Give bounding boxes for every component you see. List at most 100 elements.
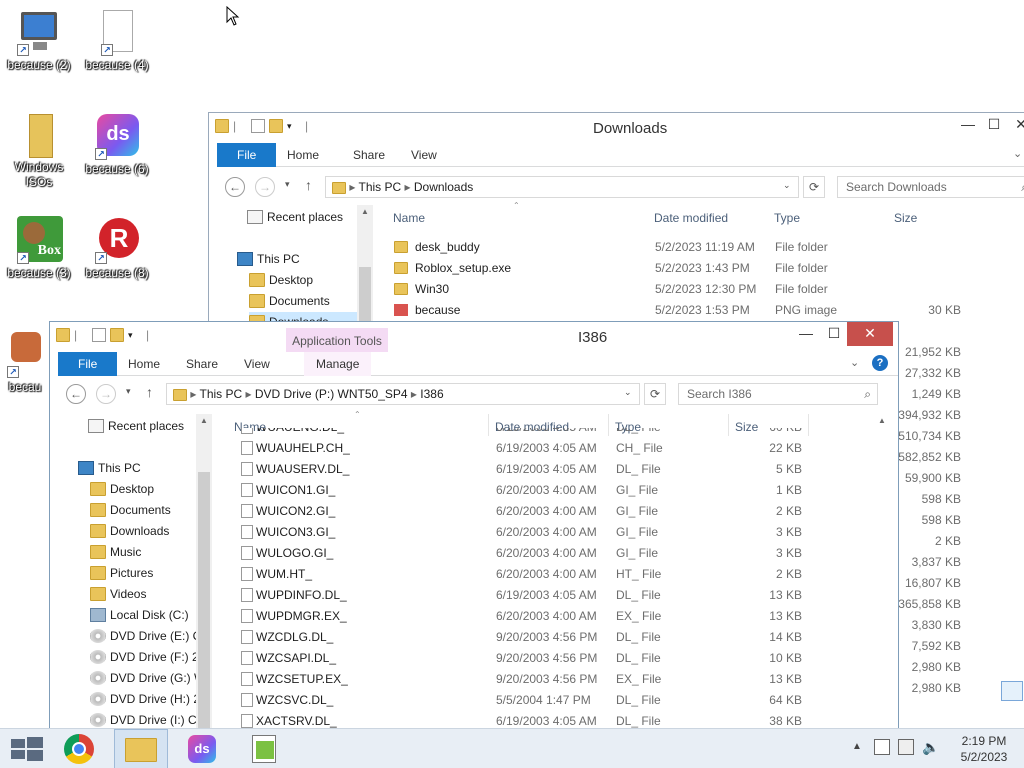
file-row[interactable]: WUPDINFO.DL_ 6/19/2003 4:05 AM DL_ File 13 … [233, 585, 873, 606]
address-bar[interactable]: ▸ This PC ▸ DVD Drive (P:) WNT50_SP4 ▸ I… [166, 383, 640, 405]
file-size: 27,332 KB [904, 366, 961, 380]
tab-home[interactable]: Home [275, 143, 331, 167]
recent-locations-icon[interactable]: ▾ [126, 386, 131, 397]
notepad-plus-icon[interactable] [238, 729, 292, 768]
desktop-icon-label: becau [8, 380, 42, 394]
file-row[interactable]: WZCDLG.DL_ 9/20/2003 4:56 PM DL_ File 14 KB [233, 627, 873, 648]
file-type: DL_ File [616, 693, 661, 707]
up-button[interactable]: ↑ [146, 384, 153, 400]
close-button[interactable]: ✕ [847, 322, 893, 346]
desktop-icon-because-8[interactable]: R ↗ because (8) [78, 216, 156, 281]
file-row[interactable]: WUAUHELP.CH_ 6/19/2003 4:05 AM CH_ File 22 … [233, 438, 873, 459]
minimize-button[interactable]: — [954, 113, 982, 137]
expand-ribbon-icon[interactable]: ⌄ [850, 356, 859, 369]
file-name: WZCSVC.DL_ [256, 693, 334, 707]
tab-file[interactable]: File [217, 143, 277, 167]
document-icon [241, 588, 253, 602]
tab-share[interactable]: Share [174, 352, 230, 376]
new-folder-icon[interactable] [269, 119, 283, 133]
new-folder-icon[interactable] [110, 328, 124, 342]
maximize-button[interactable]: ☐ [820, 322, 848, 346]
tab-home[interactable]: Home [116, 352, 172, 376]
file-row[interactable]: WULOGO.GI_ 6/20/2003 4:00 AM GI_ File 3 KB [233, 543, 873, 564]
dropdown-arrow-icon[interactable]: ▾ [128, 328, 142, 342]
search-input[interactable]: Search Downloads ⌕ [837, 176, 1024, 198]
dropdown-arrow-icon[interactable]: ▾ [287, 119, 301, 133]
file-row[interactable]: WUICON2.GI_ 6/20/2003 4:00 AM GI_ File 2 KB [233, 501, 873, 522]
chrome-icon[interactable] [54, 729, 108, 768]
clock-time[interactable]: 2:19 PM [958, 734, 1010, 748]
desktop-icon-because-3[interactable]: Box ↗ because (3) [0, 216, 78, 281]
action-center-icon[interactable] [874, 739, 890, 755]
column-header-size[interactable]: Size [894, 208, 917, 228]
desktop-icon-because-6[interactable]: ds ↗ because (6) [78, 112, 156, 177]
maximize-button[interactable]: ☐ [980, 113, 1008, 137]
search-input[interactable]: Search I386 ⌕ [678, 383, 878, 405]
expand-ribbon-icon[interactable]: ⌄ [1013, 147, 1022, 160]
address-dropdown-icon[interactable]: ⌄ [783, 180, 791, 191]
file-list-scrollbar[interactable]: ▲ [874, 414, 890, 740]
desktop-icon-game[interactable]: ↗ becau [0, 330, 50, 395]
column-header-date[interactable]: Date modified [654, 208, 728, 228]
file-row[interactable]: because 5/2/2023 1:53 PM PNG image 30 KB [392, 300, 1024, 321]
ribbon-tabs: File Home Share View Manage ⌄ ? [58, 352, 898, 376]
breadcrumb-segment[interactable]: I386 [420, 387, 443, 401]
up-button[interactable]: ↑ [305, 177, 312, 193]
address-bar[interactable]: ▸ This PC ▸ Downloads [325, 176, 799, 198]
file-row[interactable]: WUAUSERV.DL_ 6/19/2003 4:05 AM DL_ File 5 K… [233, 459, 873, 480]
file-size: 365,858 KB [898, 597, 961, 611]
tab-view[interactable]: View [232, 352, 282, 376]
column-header-name[interactable]: Name [393, 208, 425, 228]
file-row[interactable]: WUICON1.GI_ 6/20/2003 4:00 AM GI_ File 1 KB [233, 480, 873, 501]
breadcrumb-segment[interactable]: DVD Drive (P:) WNT50_SP4 [255, 387, 408, 401]
file-row[interactable]: desk_buddy 5/2/2023 11:19 AM File folder [392, 237, 1024, 258]
tab-file[interactable]: File [58, 352, 118, 376]
file-row[interactable]: WUICON3.GI_ 6/20/2003 4:00 AM GI_ File 3 KB [233, 522, 873, 543]
clock-date[interactable]: 5/2/2023 [958, 750, 1010, 764]
file-row[interactable]: WZCSAPI.DL_ 9/20/2003 4:56 PM DL_ File 10 K… [233, 648, 873, 669]
folder-icon [249, 273, 265, 287]
start-button[interactable] [0, 729, 54, 768]
file-explorer-icon[interactable] [114, 729, 168, 768]
forward-button[interactable]: → [255, 177, 275, 197]
refresh-button[interactable]: ⟳ [644, 383, 666, 405]
help-icon[interactable]: ? [872, 355, 888, 371]
recent-locations-icon[interactable]: ▾ [285, 179, 290, 190]
tab-view[interactable]: View [399, 143, 449, 167]
file-row[interactable]: Roblox_setup.exe 5/2/2023 1:43 PM File fol… [392, 258, 1024, 279]
minimize-button[interactable]: — [792, 322, 820, 346]
file-row[interactable]: WUM.HT_ 6/20/2003 4:00 AM HT_ File 2 KB [233, 564, 873, 585]
tab-share[interactable]: Share [341, 143, 397, 167]
file-date: 9/20/2003 4:56 PM [496, 672, 598, 686]
close-button[interactable]: ✕ [1007, 113, 1024, 137]
file-row[interactable]: WUAUENG.DL_ 6/19/2003 4:05 AM DL_ File 60 K… [233, 428, 873, 438]
network-icon[interactable] [898, 739, 914, 755]
file-row[interactable]: WZCSVC.DL_ 5/5/2004 1:47 PM DL_ File 64 KB [233, 690, 873, 711]
file-date: 6/19/2003 4:05 AM [496, 428, 597, 438]
back-button[interactable]: ← [225, 177, 245, 197]
breadcrumb-segment[interactable]: This PC [199, 387, 242, 401]
desktop-icon-because-4[interactable]: ↗ because (4) [78, 8, 156, 73]
volume-muted-icon[interactable]: 🔈 [922, 739, 939, 756]
breadcrumb-segment[interactable]: This PC [358, 180, 401, 194]
back-button[interactable]: ← [66, 384, 86, 404]
breadcrumb-segment[interactable]: Downloads [414, 180, 473, 194]
file-row[interactable]: WUPDMGR.EX_ 6/20/2003 4:00 AM EX_ File 13 K… [233, 606, 873, 627]
forward-button[interactable]: → [96, 384, 116, 404]
show-hidden-icons-icon[interactable]: ▲ [852, 741, 862, 752]
desktop-icon-because-2[interactable]: ↗ because (2) [0, 8, 78, 73]
nav-scrollbar[interactable]: ▲ [357, 205, 373, 335]
ds-app-icon[interactable]: ds [176, 729, 230, 768]
address-dropdown-icon[interactable]: ⌄ [624, 387, 632, 398]
file-row[interactable]: WZCSETUP.EX_ 9/20/2003 4:56 PM EX_ File 13 … [233, 669, 873, 690]
tab-manage[interactable]: Manage [304, 352, 372, 376]
desktop-icon-windows-isos[interactable]: Windows ISOs [0, 112, 78, 190]
refresh-button[interactable]: ⟳ [803, 176, 825, 198]
file-size: 5 KB [775, 462, 802, 476]
properties-icon[interactable] [92, 328, 106, 342]
details-view-icon[interactable] [1001, 681, 1023, 701]
properties-icon[interactable] [251, 119, 265, 133]
column-header-type[interactable]: Type [774, 208, 800, 228]
nav-scrollbar[interactable]: ▲ [196, 414, 212, 740]
file-row[interactable]: Win30 5/2/2023 12:30 PM File folder [392, 279, 1024, 300]
